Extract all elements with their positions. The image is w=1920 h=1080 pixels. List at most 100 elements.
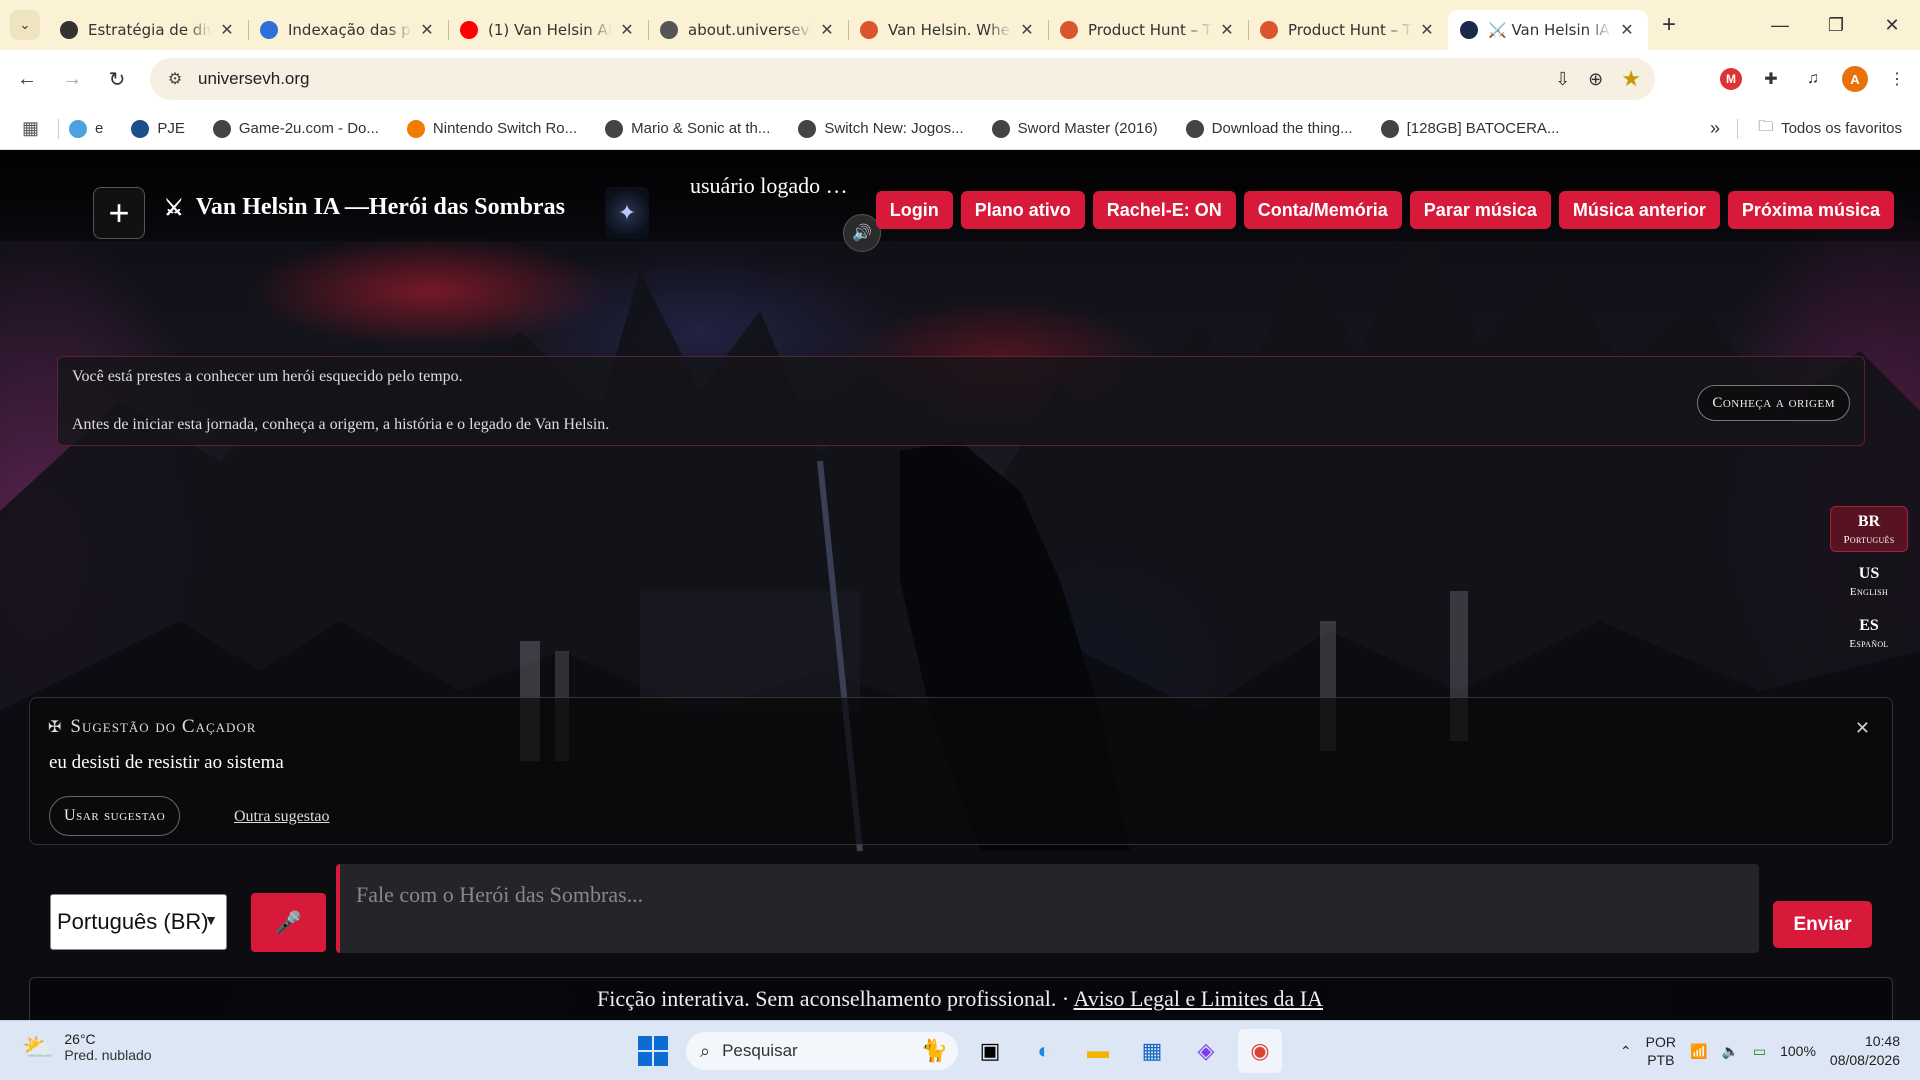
chat-input[interactable]: Fale com o Herói das Sombras... <box>336 864 1759 953</box>
site-info-icon[interactable]: ⚙ <box>160 64 190 94</box>
install-app-icon[interactable]: ⇩ <box>1555 69 1570 90</box>
copilot-365-icon[interactable]: ◈ <box>1184 1029 1228 1073</box>
extensions-puzzle-icon[interactable]: ✚ <box>1758 66 1784 92</box>
address-bar[interactable]: ⚙ universevh.org ⇩ ⊕ ★ <box>150 58 1655 100</box>
other-suggestion-link[interactable]: Outra sugestao <box>234 808 330 826</box>
microsoft-store-icon[interactable]: ▦ <box>1130 1029 1174 1073</box>
arrow-left-icon: ← <box>17 67 37 90</box>
browser-tab[interactable]: Indexação das p ✕ <box>248 10 448 50</box>
tab-close-icon[interactable]: ✕ <box>218 20 236 40</box>
language-switcher: BR Português US English ES Español <box>1830 506 1908 656</box>
menu-kebab-icon[interactable]: ⋮ <box>1884 66 1910 92</box>
browser-tab[interactable]: Product Hunt – T ✕ <box>1048 10 1248 50</box>
clock[interactable]: 10:48 08/08/2026 <box>1830 1032 1900 1070</box>
new-chat-button[interactable]: + <box>93 187 145 239</box>
windows-start-icon[interactable] <box>638 1036 668 1066</box>
extension-m-icon[interactable]: M <box>1720 68 1742 90</box>
input-language-bottom: PTB <box>1647 1052 1675 1068</box>
task-view-icon[interactable]: ▣ <box>968 1029 1012 1073</box>
language-option[interactable]: US English <box>1830 558 1908 604</box>
profile-avatar[interactable]: A <box>1842 66 1868 92</box>
forward-button[interactable]: → <box>54 61 90 97</box>
nav-button[interactable]: Próxima música <box>1727 191 1894 229</box>
nav-button[interactable]: Conta/Memória <box>1243 191 1402 229</box>
globe-icon <box>798 119 817 138</box>
bookmark-item[interactable]: Game-2u.com - Do... <box>212 119 379 138</box>
bookmark-item[interactable]: Nintendo Switch Ro... <box>406 119 577 138</box>
browser-tab[interactable]: Van Helsin. Wher ✕ <box>848 10 1048 50</box>
volume-icon[interactable]: 🔈 <box>1721 1043 1738 1060</box>
tab-close-icon[interactable]: ✕ <box>1018 20 1036 40</box>
taskbar-search[interactable]: ⌕ Pesquisar 🐈 <box>686 1032 958 1070</box>
minimize-button[interactable]: — <box>1752 0 1808 50</box>
microphone-button[interactable]: 🎤 <box>251 893 326 952</box>
close-suggestion-icon[interactable]: ✕ <box>1855 718 1870 739</box>
use-suggestion-button[interactable]: Usar sugestao <box>49 796 181 836</box>
bookmark-label: Mario & Sonic at th... <box>631 120 771 137</box>
bookmark-item[interactable]: e <box>69 119 103 138</box>
weather-temperature: 26°C <box>64 1031 96 1047</box>
battery-icon[interactable]: ▭ <box>1753 1043 1766 1060</box>
address-bar-actions: ⇩ ⊕ ★ <box>1555 58 1641 100</box>
tab-close-icon[interactable]: ✕ <box>418 20 436 40</box>
input-language[interactable]: POR PTB <box>1646 1033 1676 1069</box>
browser-tab[interactable]: about.universevh ✕ <box>648 10 848 50</box>
reload-icon: ↻ <box>108 68 126 91</box>
all-bookmarks-button[interactable]: 🗀 Todos os favoritos <box>1737 116 1902 141</box>
nav-button[interactable]: Parar música <box>1409 191 1551 229</box>
send-button[interactable]: Enviar <box>1773 901 1872 948</box>
nav-button[interactable]: Login <box>875 191 953 229</box>
nav-button[interactable]: Plano ativo <box>960 191 1085 229</box>
origin-button[interactable]: Conheça a origem <box>1697 385 1850 421</box>
tab-title: ⚔️ Van Helsin IA <box>1488 21 1610 39</box>
nav-button[interactable]: Rachel-E: ON <box>1092 191 1236 229</box>
bookmark-star-icon[interactable]: ★ <box>1621 66 1641 92</box>
weather-widget[interactable]: ⛅ 26°C Pred. nublado <box>22 1031 152 1063</box>
chevron-up-icon[interactable]: ⌃ <box>1620 1043 1632 1060</box>
new-tab-button[interactable]: + <box>1654 10 1684 40</box>
reload-button[interactable]: ↻ <box>99 61 135 97</box>
language-select[interactable]: Português (BR) ▼ <box>50 894 227 950</box>
tab-close-icon[interactable]: ✕ <box>818 20 836 40</box>
tab-close-icon[interactable]: ✕ <box>618 20 636 40</box>
nav-button[interactable]: Música anterior <box>1558 191 1720 229</box>
more-bookmarks-icon[interactable]: » <box>1710 118 1720 139</box>
product-hunt-icon <box>860 21 878 39</box>
bookmark-item[interactable]: PJE <box>131 119 185 138</box>
bookmark-item[interactable]: Mario & Sonic at th... <box>605 119 771 138</box>
plus-icon: + <box>108 192 130 233</box>
tab-close-icon[interactable]: ✕ <box>1218 20 1236 40</box>
zoom-icon[interactable]: ⊕ <box>1588 69 1603 90</box>
bookmark-item[interactable]: Switch New: Jogos... <box>798 119 964 138</box>
search-highlight-icon: 🐈 <box>920 1038 948 1063</box>
youtube-icon <box>460 21 478 39</box>
bookmark-label: Game-2u.com - Do... <box>238 120 379 137</box>
back-button[interactable]: ← <box>9 61 45 97</box>
tab-search-button[interactable]: ⌄ <box>10 10 40 40</box>
url-text[interactable]: universevh.org <box>198 69 310 89</box>
browser-tab[interactable]: ⚔️ Van Helsin IA ✕ <box>1448 10 1648 50</box>
chrome-icon[interactable]: ◉ <box>1238 1029 1282 1073</box>
browser-tab[interactable]: Product Hunt – T ✕ <box>1248 10 1448 50</box>
tab-close-icon[interactable]: ✕ <box>1418 20 1436 40</box>
file-explorer-icon[interactable]: ▬ <box>1076 1029 1120 1073</box>
bookmark-item[interactable]: Download the thing... <box>1185 119 1353 138</box>
edge-icon[interactable]: ◐ <box>1022 1029 1066 1073</box>
tab-close-icon[interactable]: ✕ <box>1618 20 1636 40</box>
wifi-icon[interactable]: 📶 <box>1690 1043 1707 1060</box>
suggestion-text: eu desisti de resistir ao sistema <box>49 752 284 773</box>
media-controls-icon[interactable]: ♫ <box>1800 66 1826 92</box>
browser-tab[interactable]: (1) Van Helsin AI ✕ <box>448 10 648 50</box>
crossed-swords-icon: ⚔ <box>164 194 184 220</box>
extensions-area: M ✚ ♫ A ⋮ <box>1720 50 1910 108</box>
language-option[interactable]: BR Português <box>1830 506 1908 552</box>
restore-button[interactable]: ❐ <box>1808 0 1864 50</box>
close-window-button[interactable]: ✕ <box>1864 0 1920 50</box>
globe-icon <box>60 21 78 39</box>
language-option[interactable]: ES Español <box>1830 610 1908 656</box>
apps-grid-icon[interactable]: ▦ <box>22 118 44 139</box>
bookmark-item[interactable]: Sword Master (2016) <box>991 119 1158 138</box>
bookmark-item[interactable]: [128GB] BATOCERA... <box>1380 119 1559 138</box>
legal-notice-link[interactable]: Aviso Legal e Limites da IA <box>1074 986 1323 1011</box>
browser-tab[interactable]: Estratégia de div ✕ <box>48 10 248 50</box>
